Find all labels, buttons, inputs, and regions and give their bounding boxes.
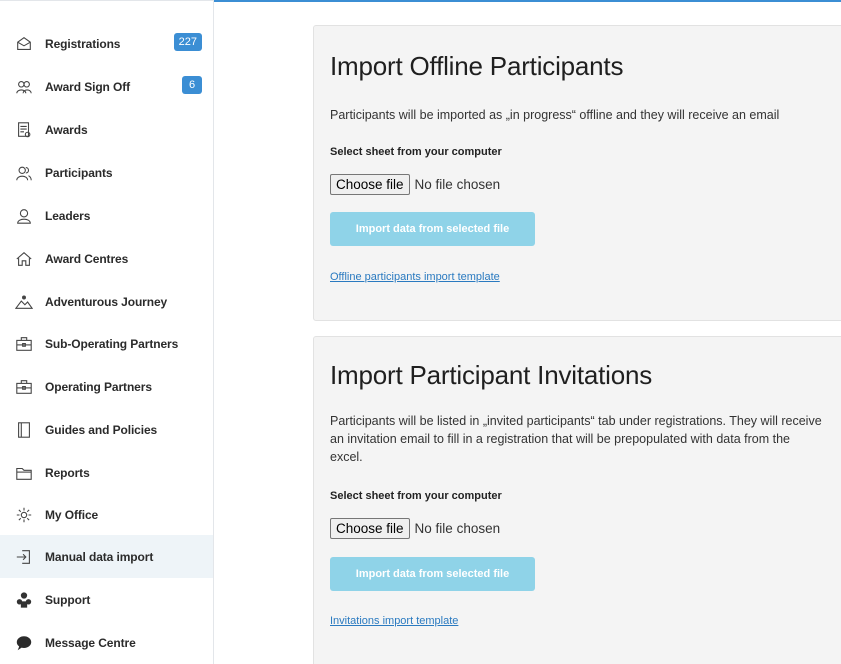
- file-status: No file chosen: [414, 521, 501, 536]
- panel-description: Participants will be listed in „invited …: [330, 414, 822, 464]
- sidebar-item-label: Participants: [45, 165, 113, 180]
- sidebar-item-leaders[interactable]: Leaders: [0, 194, 213, 237]
- sidebar-item-manual-data-import[interactable]: Manual data import: [0, 535, 213, 578]
- awards-icon: [14, 120, 34, 140]
- top-accent-line: [214, 0, 841, 2]
- support-icon: [14, 590, 34, 610]
- gear-icon: [14, 505, 34, 525]
- sidebar-item-label: Guides and Policies: [45, 422, 158, 437]
- sidebar-item-award-sign-off[interactable]: Award Sign Off 6: [0, 65, 213, 108]
- registrations-icon: [14, 34, 34, 54]
- award-sign-off-count-badge: 6: [182, 76, 202, 94]
- import-icon: [14, 547, 34, 567]
- sidebar-item-label: Award Centres: [45, 251, 129, 266]
- sidebar-item-label: Adventurous Journey: [45, 294, 168, 309]
- main-content: Import Offline Participants Participants…: [214, 0, 841, 664]
- participants-icon: [14, 163, 34, 183]
- panel-title: Import Offline Participants: [330, 51, 624, 81]
- home-icon: [14, 249, 34, 269]
- sidebar-item-label: Award Sign Off: [45, 79, 131, 94]
- sidebar-item-my-office[interactable]: My Office: [0, 493, 213, 536]
- sidebar-item-reports[interactable]: Reports: [0, 451, 213, 494]
- sidebar-item-adventurous-journey[interactable]: Adventurous Journey: [0, 280, 213, 323]
- import-offline-data-button[interactable]: Import data from selected file: [330, 212, 535, 246]
- panel-description: Participants will be imported as „in pro…: [330, 108, 780, 122]
- sidebar-item-label: Reports: [45, 465, 90, 480]
- briefcase-icon: [14, 377, 34, 397]
- sidebar-item-label: Message Centre: [45, 635, 136, 650]
- offline-template-link[interactable]: Offline participants import template: [330, 271, 500, 283]
- choose-file-button[interactable]: Choose file: [330, 518, 410, 539]
- sidebar-item-label: My Office: [45, 507, 99, 522]
- sidebar-item-sub-operating-partners[interactable]: Sub-Operating Partners: [0, 322, 213, 365]
- sidebar-item-label: Manual data import: [45, 549, 154, 564]
- registrations-count-badge: 227: [173, 33, 202, 51]
- sidebar-item-message-centre[interactable]: Message Centre: [0, 621, 213, 664]
- book-icon: [14, 420, 34, 440]
- sidebar-item-label: Sub-Operating Partners: [45, 336, 179, 351]
- folder-icon: [14, 463, 34, 483]
- sidebar-item-label: Leaders: [45, 208, 91, 223]
- sidebar-item-registrations[interactable]: Registrations 227: [0, 22, 213, 65]
- message-icon: [14, 633, 34, 653]
- award-sign-off-icon: [14, 77, 34, 97]
- choose-file-button[interactable]: Choose file: [330, 174, 410, 195]
- mountain-icon: [14, 292, 34, 312]
- sidebar-item-label: Operating Partners: [45, 379, 152, 394]
- sidebar-item-award-centres[interactable]: Award Centres: [0, 237, 213, 280]
- select-sheet-label: Select sheet from your computer: [330, 490, 502, 502]
- sidebar-item-support[interactable]: Support: [0, 578, 213, 621]
- sidebar-item-awards[interactable]: Awards: [0, 108, 213, 151]
- sidebar-item-guides-and-policies[interactable]: Guides and Policies: [0, 408, 213, 451]
- invitations-template-link[interactable]: Invitations import template: [330, 615, 458, 627]
- offline-file-input[interactable]: Choose file No file chosen: [330, 174, 500, 195]
- select-sheet-label: Select sheet from your computer: [330, 146, 502, 158]
- briefcase-icon: [14, 334, 34, 354]
- sidebar-item-operating-partners[interactable]: Operating Partners: [0, 365, 213, 408]
- import-offline-participants-panel: Import Offline Participants Participants…: [313, 25, 841, 321]
- sidebar-item-label: Awards: [45, 122, 88, 137]
- sidebar: Registrations 227 Award Sign Off 6 Award…: [0, 0, 214, 664]
- sidebar-item-participants[interactable]: Participants: [0, 151, 213, 194]
- file-status: No file chosen: [414, 177, 501, 192]
- sidebar-item-label: Registrations: [45, 36, 121, 51]
- panel-title: Import Participant Invitations: [330, 360, 653, 390]
- import-invitations-data-button[interactable]: Import data from selected file: [330, 557, 535, 591]
- sidebar-item-label: Support: [45, 592, 91, 607]
- leaders-icon: [14, 206, 34, 226]
- import-participant-invitations-panel: Import Participant Invitations Participa…: [313, 336, 841, 664]
- invitations-file-input[interactable]: Choose file No file chosen: [330, 518, 500, 539]
